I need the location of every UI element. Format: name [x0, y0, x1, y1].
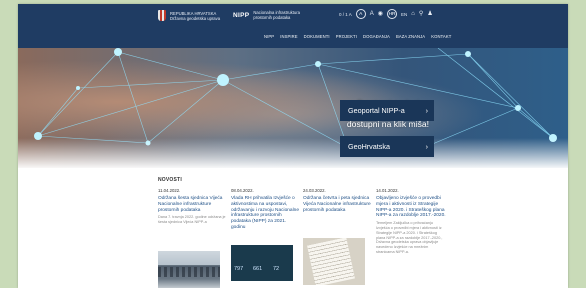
geohrvatska-button[interactable]: GeoHrvatska ›: [340, 136, 434, 157]
news-section-title: NOVOSTI: [158, 177, 182, 183]
news-title-link[interactable]: Održana četvrta i peta sjednica Vijeća N…: [303, 196, 373, 213]
geohrvatska-button-label: GeoHrvatska: [348, 142, 390, 151]
nipp-logo[interactable]: NIPP Nacionalna infrastruktura prostorni…: [233, 10, 300, 20]
org-line-2: Državna geodetska uprava: [170, 15, 221, 21]
font-small-button[interactable]: A: [355, 9, 366, 19]
news-date: 24.03.2022.: [303, 188, 326, 193]
lang-hr-button[interactable]: HR: [387, 9, 398, 19]
lang-en-button[interactable]: EN: [401, 12, 407, 17]
font-large-button[interactable]: A: [370, 11, 374, 17]
nav-item-inspire[interactable]: INSPIRE: [280, 34, 297, 39]
news-thumbnail[interactable]: [303, 238, 365, 285]
web-page: REPUBLIKA HRVATSKA Državna geodetska upr…: [18, 4, 568, 288]
news-date: 11.04.2022.: [158, 188, 181, 193]
news-date: 14.01.2022.: [376, 188, 399, 193]
news-excerpt: Dana 7. travnja 2022. godine održana je …: [158, 215, 226, 225]
news-title-link[interactable]: Vlada RH prihvatila Izvješće o aktivnost…: [231, 196, 301, 231]
nipp-line-2: prostornih podataka: [253, 15, 291, 20]
news-date: 08.04.2022.: [231, 188, 254, 193]
news-card[interactable]: 08.04.2022. Vlada RH prihvatila Izvješće…: [231, 188, 301, 281]
search-icon[interactable]: ⚲: [419, 11, 423, 17]
nav-item-projekti[interactable]: PROJEKTI: [336, 34, 357, 39]
news-title-link[interactable]: Održana šesta sjednica Vijeća Nacionalne…: [158, 196, 228, 213]
news-card[interactable]: 14.01.2022. Objavljeno izvješće o proved…: [376, 188, 446, 255]
thumb-value: 661: [253, 266, 263, 272]
nav-item-nipp[interactable]: NIPP: [264, 34, 274, 39]
screenshot-frame: REPUBLIKA HRVATSKA Državna geodetska upr…: [0, 0, 586, 288]
user-icon[interactable]: ♟: [427, 11, 432, 17]
chevron-right-icon: ›: [425, 106, 428, 115]
contrast-icon[interactable]: ◉: [378, 11, 383, 17]
main-nav: NIPP INSPIRE DOKUMENTI PROJEKTI DOGAĐANJ…: [264, 34, 451, 39]
croatian-crest-icon: [158, 10, 166, 21]
document-image: [307, 238, 355, 285]
thumb-value: 797: [234, 266, 244, 272]
nav-item-dokumenti[interactable]: DOKUMENTI: [304, 34, 330, 39]
nav-item-kontakt[interactable]: KONTAKT: [431, 34, 451, 39]
news-thumbnail[interactable]: 797 661 72: [231, 245, 293, 281]
news-card[interactable]: 11.04.2022. Održana šesta sjednica Vijeć…: [158, 188, 228, 288]
home-icon[interactable]: ⌂: [411, 11, 415, 17]
news-card[interactable]: 24.03.2022. Održana četvrta i peta sjedn…: [303, 188, 373, 285]
news-thumbnail[interactable]: [158, 251, 220, 288]
dgu-logo[interactable]: REPUBLIKA HRVATSKA Državna geodetska upr…: [158, 10, 220, 21]
nipp-logo-mark: NIPP: [233, 11, 250, 19]
geoportal-nipp-button[interactable]: Geoportal NIPP-a ›: [340, 100, 434, 121]
geoportal-button-label: Geoportal NIPP-a: [348, 106, 405, 115]
chevron-right-icon: ›: [425, 142, 428, 151]
org-line-1: REPUBLIKA HRVATSKA: [170, 10, 217, 16]
hero-banner: Prostorni podaci Republike Hrvatske dost…: [18, 48, 568, 168]
news-excerpt: Temeljem Zaključka o prihvaćanju Izvješć…: [376, 221, 443, 254]
site-header: REPUBLIKA HRVATSKA Državna geodetska upr…: [18, 4, 568, 48]
utility-bar: 0 / 1 A A A ◉ HR EN ⌂ ⚲ ♟: [339, 9, 433, 19]
thumb-value: 72: [273, 266, 280, 272]
nav-item-dogadanja[interactable]: DOGAĐANJA: [363, 34, 390, 39]
nav-item-baza-znanja[interactable]: BAZA ZNANJA: [396, 34, 425, 39]
font-size-text: 0 / 1 A: [339, 11, 352, 17]
news-title-link[interactable]: Objavljeno izvješće o provedbi mjera i a…: [376, 196, 446, 219]
